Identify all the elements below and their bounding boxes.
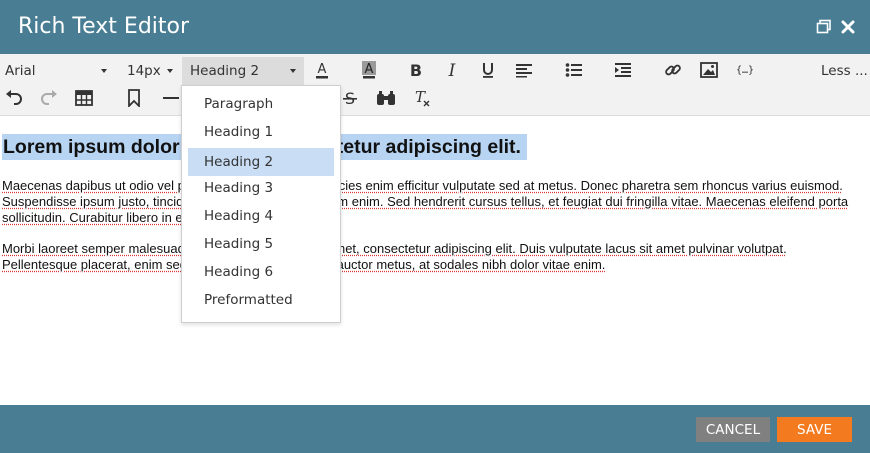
svg-text:I: I <box>448 61 456 79</box>
content-paragraph[interactable]: Maecenas dapibus ut odio vel porttitor. … <box>2 178 864 226</box>
find-replace-icon[interactable] <box>372 85 400 111</box>
title-bar: Rich Text Editor <box>0 0 870 54</box>
bold-icon[interactable]: B <box>402 57 430 83</box>
content-paragraph[interactable]: Morbi laoreet semper malesuada. Lorem ip… <box>2 241 864 273</box>
format-option-heading-6[interactable]: Heading 6 <box>188 258 334 286</box>
svg-text:B: B <box>410 61 422 79</box>
underline-icon[interactable] <box>474 57 502 83</box>
block-format-value: Heading 2 <box>190 63 260 79</box>
format-option-preformatted[interactable]: Preformatted <box>188 286 334 314</box>
format-option-heading-2[interactable]: Heading 2 <box>188 148 334 176</box>
less-toggle[interactable]: Less ... <box>821 63 868 79</box>
table-icon[interactable] <box>70 85 98 111</box>
chevron-down-icon <box>167 69 173 73</box>
format-option-heading-1[interactable]: Heading 1 <box>188 118 334 146</box>
editor-toolbar: Arial 14px Heading 2 A A B I {…} Less ..… <box>0 54 870 155</box>
restore-window-icon[interactable] <box>813 14 835 40</box>
bulleted-list-icon[interactable] <box>560 57 588 83</box>
editor-content-area[interactable]: Lorem ipsum dolor sit amet, consectetur … <box>0 117 870 405</box>
clear-formatting-icon[interactable]: T <box>408 85 436 111</box>
font-color-icon[interactable]: A <box>308 57 336 83</box>
undo-icon[interactable] <box>0 85 28 111</box>
font-size-select[interactable]: 14px <box>127 57 179 85</box>
svg-text:A: A <box>318 62 327 77</box>
block-format-dropdown: Paragraph Heading 1 Heading 2 Heading 3 … <box>181 85 341 323</box>
cancel-button[interactable]: CANCEL <box>696 417 770 442</box>
window-title: Rich Text Editor <box>18 14 190 39</box>
font-family-value: Arial <box>5 63 36 79</box>
svg-text:T: T <box>415 89 426 106</box>
indent-icon[interactable] <box>609 57 637 83</box>
save-button[interactable]: SAVE <box>777 417 852 442</box>
format-option-heading-4[interactable]: Heading 4 <box>188 202 334 230</box>
chevron-down-icon <box>290 69 296 73</box>
link-icon[interactable] <box>659 57 687 83</box>
format-option-heading-3[interactable]: Heading 3 <box>188 174 334 202</box>
font-family-select[interactable]: Arial <box>5 57 115 85</box>
align-left-icon[interactable] <box>510 57 538 83</box>
bookmark-icon[interactable] <box>120 85 148 111</box>
footer-bar: CANCEL SAVE <box>0 405 870 453</box>
format-option-heading-5[interactable]: Heading 5 <box>188 230 334 258</box>
background-color-icon[interactable]: A <box>355 57 383 83</box>
svg-text:A: A <box>365 62 374 77</box>
svg-text:{…}: {…} <box>736 65 754 76</box>
source-code-icon[interactable]: {…} <box>731 57 759 83</box>
chevron-down-icon <box>101 69 107 73</box>
font-size-value: 14px <box>127 63 161 79</box>
format-option-paragraph[interactable]: Paragraph <box>188 90 334 118</box>
block-format-select[interactable]: Heading 2 <box>182 57 304 85</box>
close-icon[interactable] <box>837 14 859 40</box>
image-icon[interactable] <box>695 57 723 83</box>
redo-icon[interactable] <box>35 85 63 111</box>
italic-icon[interactable]: I <box>438 57 466 83</box>
